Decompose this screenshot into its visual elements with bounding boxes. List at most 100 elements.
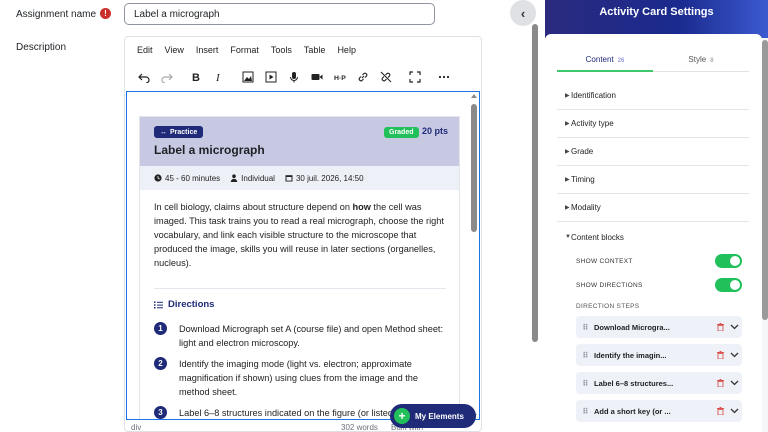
section-timing[interactable]: ▶ Timing bbox=[557, 166, 749, 194]
drag-handle-icon[interactable]: ⠿ bbox=[576, 323, 594, 332]
drawer-toggle-button[interactable]: ‹ bbox=[510, 0, 536, 26]
panel-scroll-thumb[interactable] bbox=[762, 40, 768, 320]
card-title: Label a micrograph bbox=[154, 143, 265, 157]
drag-handle-icon[interactable]: ⠿ bbox=[576, 407, 594, 416]
direction-step-item[interactable]: ⠿ Download Microgra... bbox=[576, 316, 742, 338]
graded-badge: Graded bbox=[384, 127, 419, 138]
editor-content-area[interactable]: ↔ Practice Graded 20 pts Label a microgr… bbox=[126, 91, 480, 420]
card-description: In cell biology, claims about structure … bbox=[154, 200, 450, 270]
word-count[interactable]: 302 words bbox=[341, 423, 378, 432]
svg-text:I: I bbox=[215, 72, 221, 83]
meta-mode-text: Individual bbox=[241, 173, 275, 183]
tab-style-label: Style bbox=[688, 55, 707, 64]
assignment-form: Assignment name ! Description Edit View … bbox=[0, 0, 500, 432]
card-header: ↔ Practice Graded 20 pts Label a microgr… bbox=[140, 117, 459, 166]
direction-step-item[interactable]: ⠿ Identify the imagin... bbox=[576, 344, 742, 366]
element-path[interactable]: div bbox=[131, 423, 141, 432]
settings-panel: Activity Card Settings Content 26 Style 8 … bbox=[545, 0, 768, 432]
editor-menubar: Edit View Insert Format Tools Table Help bbox=[137, 45, 356, 55]
chevron-down-icon[interactable] bbox=[726, 408, 742, 414]
show-directions-row: SHOW DIRECTIONS bbox=[576, 278, 742, 292]
page-scrollbar[interactable] bbox=[532, 24, 538, 422]
svg-text:H·P: H·P bbox=[334, 75, 346, 82]
svg-text:B: B bbox=[192, 72, 200, 83]
menu-insert[interactable]: Insert bbox=[196, 45, 219, 55]
drag-handle-icon[interactable]: ⠿ bbox=[576, 379, 594, 388]
step-item-label: Add a short key (or ... bbox=[594, 406, 671, 416]
link-icon[interactable] bbox=[354, 69, 371, 86]
media-icon[interactable] bbox=[262, 69, 279, 86]
practice-badge-label: Practice bbox=[170, 128, 198, 136]
step-item-label: Label 6–8 structures... bbox=[594, 378, 674, 388]
section-grade[interactable]: ▶ Grade bbox=[557, 138, 749, 166]
chevron-down-icon[interactable] bbox=[726, 352, 742, 358]
section-content-blocks[interactable]: ▼ Content blocks bbox=[557, 223, 749, 251]
meta-duration: 45 - 60 minutes bbox=[154, 174, 220, 183]
my-elements-label: My Elements bbox=[415, 411, 464, 421]
undo-icon[interactable] bbox=[135, 69, 152, 86]
direction-step-item[interactable]: ⠿ Label 6–8 structures... bbox=[576, 372, 742, 394]
chevron-down-icon[interactable] bbox=[726, 324, 742, 330]
description-label: Description bbox=[16, 42, 67, 53]
section-label: Content blocks bbox=[571, 232, 624, 242]
caret-right-icon: ▶ bbox=[565, 93, 570, 99]
menu-edit[interactable]: Edit bbox=[137, 45, 153, 55]
trash-icon[interactable] bbox=[714, 407, 726, 415]
step-item-label: Download Microgra... bbox=[594, 322, 670, 332]
direction-step-item[interactable]: ⠿ Add a short key (or ... bbox=[576, 400, 742, 422]
bold-icon[interactable]: B bbox=[187, 69, 204, 86]
my-elements-button[interactable]: + My Elements bbox=[390, 404, 476, 428]
menu-table[interactable]: Table bbox=[304, 45, 326, 55]
h5p-icon[interactable]: H·P bbox=[331, 69, 348, 86]
more-icon[interactable] bbox=[435, 69, 452, 86]
step-text: Identify the imaging mode (light vs. ele… bbox=[179, 359, 419, 397]
calendar-icon bbox=[285, 175, 293, 182]
section-label: Grade bbox=[571, 147, 594, 156]
italic-icon[interactable]: I bbox=[210, 69, 227, 86]
trash-icon[interactable] bbox=[714, 323, 726, 331]
plus-icon: + bbox=[394, 408, 410, 424]
image-icon[interactable] bbox=[239, 69, 256, 86]
tab-content[interactable]: Content 26 bbox=[557, 48, 653, 72]
microphone-icon[interactable] bbox=[285, 69, 302, 86]
page-scroll-thumb[interactable] bbox=[532, 24, 538, 342]
scroll-up-icon[interactable] bbox=[471, 94, 477, 98]
show-directions-label: SHOW DIRECTIONS bbox=[576, 281, 643, 289]
tab-content-count: 26 bbox=[617, 58, 625, 64]
panel-title: Activity Card Settings bbox=[545, 0, 768, 38]
assignment-name-label: Assignment name bbox=[16, 9, 97, 20]
chevron-down-icon[interactable] bbox=[726, 380, 742, 386]
show-context-toggle[interactable] bbox=[715, 254, 742, 268]
fullscreen-icon[interactable] bbox=[406, 69, 423, 86]
menu-tools[interactable]: Tools bbox=[271, 45, 292, 55]
desc-bold: how bbox=[352, 202, 371, 212]
tab-style[interactable]: Style 8 bbox=[653, 48, 749, 71]
section-identification[interactable]: ▶ Identification bbox=[557, 82, 749, 110]
show-directions-toggle[interactable] bbox=[715, 278, 742, 292]
section-label: Activity type bbox=[571, 119, 614, 128]
section-activity-type[interactable]: ▶ Activity type bbox=[557, 110, 749, 138]
person-icon bbox=[230, 174, 238, 182]
editor-scroll-thumb[interactable] bbox=[471, 104, 477, 232]
editor-scrollbar[interactable] bbox=[471, 94, 477, 418]
trash-icon[interactable] bbox=[714, 351, 726, 359]
list-icon bbox=[154, 301, 163, 308]
step-item-label: Identify the imagin... bbox=[594, 350, 667, 360]
section-modality[interactable]: ▶ Modality bbox=[557, 194, 749, 222]
panel-scrollbar[interactable] bbox=[762, 40, 768, 432]
meta-duration-text: 45 - 60 minutes bbox=[165, 173, 221, 183]
trash-icon[interactable] bbox=[714, 379, 726, 387]
meta-date: 30 juil. 2026, 14:50 bbox=[285, 174, 364, 183]
assignment-name-input[interactable] bbox=[124, 3, 435, 25]
caret-right-icon: ▶ bbox=[565, 121, 570, 127]
desc-part-1: In cell biology, claims about structure … bbox=[154, 202, 353, 212]
video-icon[interactable] bbox=[308, 69, 325, 86]
menu-help[interactable]: Help bbox=[337, 45, 356, 55]
unlink-icon[interactable] bbox=[377, 69, 394, 86]
caret-right-icon: ▶ bbox=[565, 177, 570, 183]
tab-style-count: 8 bbox=[710, 58, 714, 64]
redo-icon[interactable] bbox=[158, 69, 175, 86]
drag-handle-icon[interactable]: ⠿ bbox=[576, 351, 594, 360]
menu-view[interactable]: View bbox=[165, 45, 184, 55]
menu-format[interactable]: Format bbox=[230, 45, 259, 55]
